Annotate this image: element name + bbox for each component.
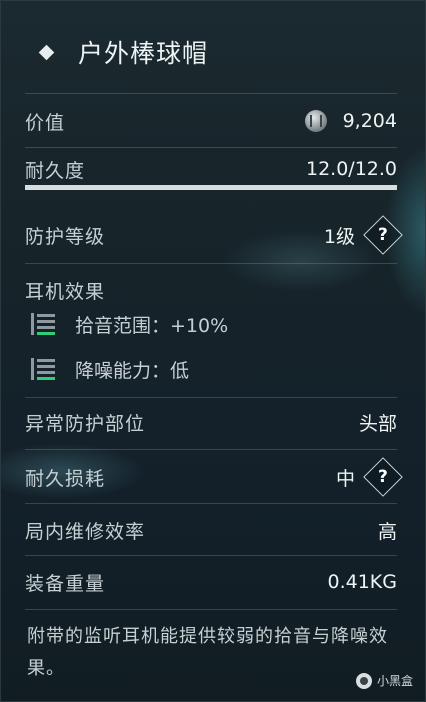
repair-row: 局内维修效率 高 [25,513,397,547]
durability-bar [25,185,397,190]
divider [25,93,397,94]
item-title: 户外棒球帽 [78,39,209,68]
durability-bar-fill [25,185,397,190]
protection-row: 防护等级 1级 ? [25,215,403,255]
question-icon: ? [378,467,388,487]
divider [25,503,397,504]
heybox-logo-icon [355,672,372,689]
help-button-wear[interactable]: ? [363,457,403,497]
item-tooltip-panel: 户外棒球帽 价值 9,204 耐久度 12.0/12.0 防护等级 1级 ? 耳… [0,0,426,702]
protected-area-label: 异常防护部位 [25,412,146,435]
value-label: 价值 [25,111,66,134]
durability-value: 12.0/12.0 [305,158,397,180]
durability-label: 耐久度 [25,159,86,182]
help-button-protection[interactable]: ? [363,215,403,255]
headset-effect-item: 拾音范围：+10% [31,311,228,337]
headset-label: 耳机效果 [25,280,106,303]
weight-row: 装备重量 0.41KG [25,565,397,599]
divider [25,449,397,450]
sound-level-icon [31,313,57,335]
durability-row: 耐久度 12.0/12.0 [25,153,397,185]
divider [25,397,397,398]
divider [25,555,397,556]
wear-value: 中 [335,467,355,490]
headset-effect-text: 拾音范围：+10% [75,314,229,337]
repair-value: 高 [377,520,397,543]
headset-effect-item: 降噪能力：低 [31,356,189,382]
silver-coin-icon [304,110,327,132]
wear-row: 耐久损耗 中 ? [25,457,403,497]
protection-label: 防护等级 [25,225,106,248]
item-header: 户外棒球帽 [25,29,208,75]
diamond-icon [38,44,55,60]
wear-label: 耐久损耗 [25,467,106,490]
watermark: 小黑盒 [355,672,413,689]
divider [25,609,397,610]
protection-value: 1级 [323,225,355,248]
weight-value: 0.41KG [327,571,398,593]
divider [25,263,397,264]
repair-label: 局内维修效率 [25,520,146,543]
value-row: 价值 9,204 [25,105,397,137]
protected-area-value: 头部 [358,412,397,435]
sound-level-icon [31,358,57,380]
value-amount: 9,204 [342,110,397,132]
weight-label: 装备重量 [25,572,106,595]
question-icon: ? [378,225,388,245]
divider [25,147,397,148]
headset-row: 耳机效果 [25,275,397,305]
item-description: 附带的监听耳机能提供较弱的拾音与降噪效果。 [27,626,388,679]
protected-area-row: 异常防护部位 头部 [25,405,397,439]
headset-effect-text: 降噪能力：低 [75,359,190,382]
watermark-text: 小黑盒 [376,674,413,688]
